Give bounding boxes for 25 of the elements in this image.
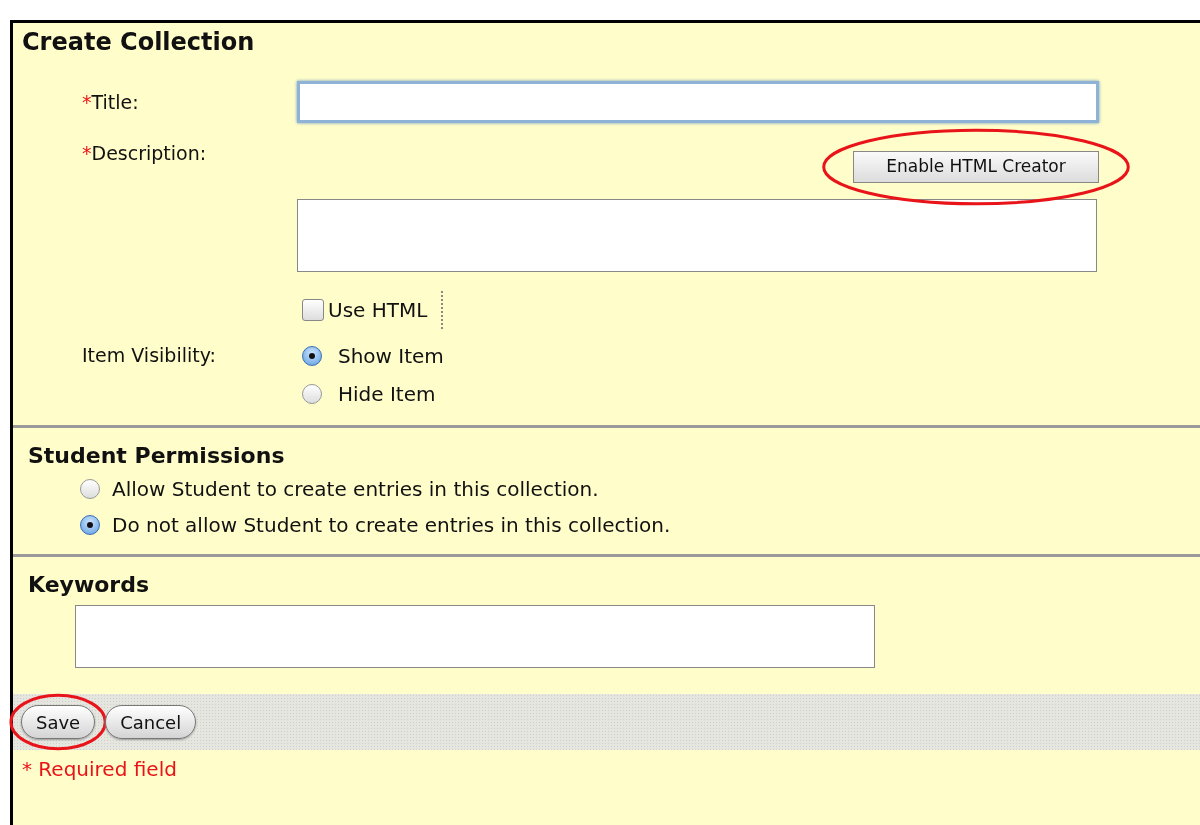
radio-label: Allow Student to create entries in this collection. bbox=[112, 476, 599, 502]
section-heading: Keywords bbox=[27, 571, 151, 599]
field-label: Title: bbox=[91, 89, 139, 115]
cancel-button[interactable]: Cancel bbox=[105, 705, 197, 739]
radio-button[interactable] bbox=[302, 346, 322, 366]
radio-button[interactable] bbox=[80, 479, 100, 499]
title-field[interactable] bbox=[297, 81, 1099, 123]
enable-html-creator-button[interactable]: Enable HTML Creator bbox=[853, 151, 1099, 183]
checkbox-label: Use HTML bbox=[328, 297, 428, 324]
radio-label: Hide Item bbox=[338, 381, 436, 407]
save-button[interactable]: Save bbox=[21, 705, 96, 739]
field-label: Item Visibility: bbox=[81, 343, 217, 368]
description-field[interactable] bbox=[297, 199, 1097, 272]
form-title: Create Collection bbox=[21, 27, 256, 58]
checkbox[interactable] bbox=[302, 299, 324, 321]
radio-label: Show Item bbox=[338, 343, 444, 369]
radio-button[interactable] bbox=[302, 384, 322, 404]
section-heading: Student Permissions bbox=[27, 442, 286, 470]
keywords-field[interactable] bbox=[75, 605, 875, 668]
required-marker: * bbox=[82, 89, 92, 115]
required-marker: * bbox=[82, 141, 92, 166]
radio-button[interactable] bbox=[80, 515, 100, 535]
field-label: Description: bbox=[91, 141, 207, 166]
required-field-note: * Required field bbox=[21, 756, 178, 783]
radio-label: Do not allow Student to create entries in this collection. bbox=[112, 512, 671, 538]
